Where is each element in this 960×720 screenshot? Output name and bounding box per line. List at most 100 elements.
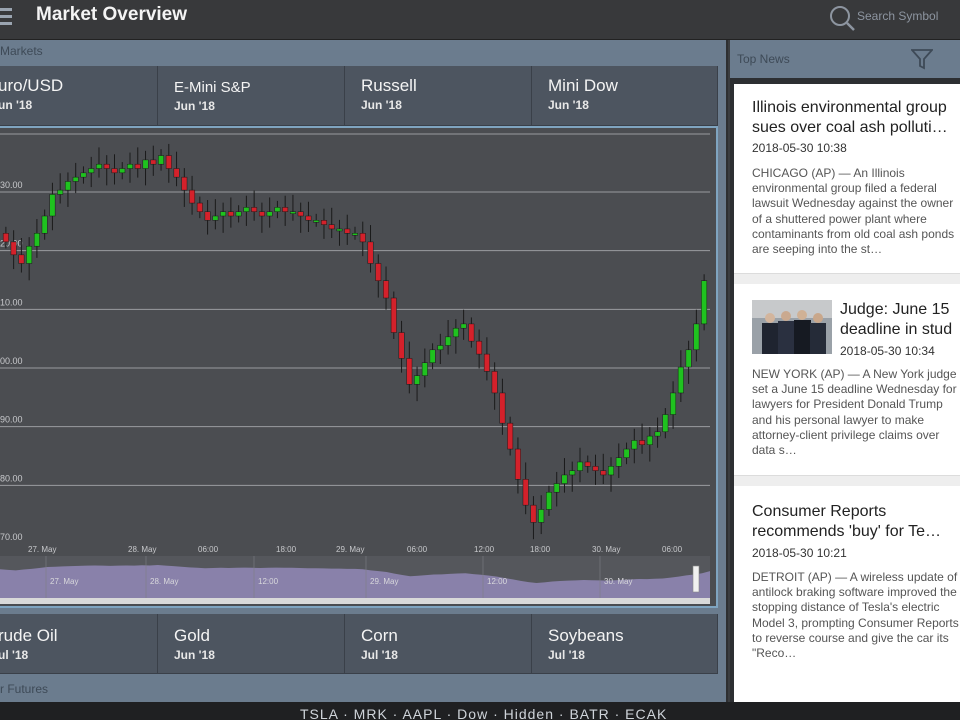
candle	[522, 479, 529, 506]
tile-contract: Jul '18	[361, 648, 398, 662]
candle	[305, 215, 312, 221]
x-tick-label: 30. May	[592, 545, 620, 554]
candle	[561, 474, 568, 484]
ticker-strip[interactable]: TSLA · MRK · AAPL · Dow · Hidden · BATR …	[300, 706, 667, 720]
y-tick-label: 10.00	[0, 297, 23, 307]
candle	[600, 470, 607, 476]
tile-name: Russell	[361, 76, 417, 95]
candle	[670, 392, 677, 415]
tile-name: Corn	[361, 626, 398, 645]
x-tick-label: 06:00	[198, 545, 219, 554]
candle	[483, 353, 490, 372]
candle	[654, 431, 661, 437]
news-title: Judge: June 15	[840, 301, 950, 318]
candle	[545, 491, 552, 510]
candle	[429, 349, 436, 363]
news-body: NEW YORK (AP) — A New York judge set a J…	[752, 367, 957, 458]
x-tick-label: 18:00	[276, 545, 297, 554]
navigator-scrollbar	[0, 598, 710, 604]
market-tile-crude-oil[interactable]: rude Oil ul '18	[0, 614, 158, 674]
candle	[577, 461, 583, 471]
candle	[189, 189, 196, 204]
candle	[507, 422, 514, 450]
candle	[258, 211, 265, 217]
candle	[367, 241, 374, 264]
candle	[158, 155, 165, 165]
search-box[interactable]: Search Symbol	[826, 2, 960, 31]
news-separator	[734, 476, 960, 486]
market-tile-soybeans[interactable]: Soybeans Jul '18	[532, 614, 718, 674]
candle	[328, 224, 335, 230]
tile-name: Gold	[174, 626, 210, 645]
candle	[375, 263, 382, 281]
candle	[662, 414, 669, 433]
candle	[18, 254, 25, 264]
candle	[701, 280, 708, 325]
market-tile-russell[interactable]: Russell Jun '18	[345, 66, 532, 126]
candle	[352, 233, 358, 236]
candle	[165, 155, 172, 169]
news-item[interactable]: Judge: June 15 deadline in stud 2018-05-…	[734, 284, 960, 476]
candlestick-chart[interactable]: 30.0020.0010.0000.0090.0080.0070.0027. M…	[0, 128, 716, 606]
market-tile-eurusd[interactable]: uro/USD un '18	[0, 66, 158, 126]
tile-contract: Jun '18	[174, 99, 215, 113]
candle	[41, 215, 48, 234]
candle	[421, 362, 428, 376]
candle	[468, 323, 475, 342]
search-icon	[830, 6, 855, 31]
market-tile-corn[interactable]: Corn Jul '18	[345, 614, 532, 674]
candle	[119, 168, 126, 174]
futures-section-label: r Futures	[0, 682, 49, 696]
filter-icon[interactable]	[911, 48, 933, 70]
market-tile-gold[interactable]: Gold Jun '18	[158, 614, 345, 674]
news-date: 2018-05-30 10:21	[752, 546, 847, 560]
market-tile-mini-dow[interactable]: Mini Dow Jun '18	[532, 66, 718, 126]
candle	[243, 207, 250, 212]
candle	[646, 435, 653, 445]
tile-contract: ul '18	[0, 648, 29, 662]
top-bar: Market Overview Search Symbol	[0, 0, 960, 40]
news-item[interactable]: Illinois environmental group sues over c…	[734, 84, 960, 274]
top-market-tiles: uro/USD un '18 E-Mini S&P Jun '18 Russel…	[0, 66, 718, 126]
candle	[491, 371, 498, 394]
candle	[359, 233, 366, 243]
search-input[interactable]: Search Symbol	[857, 9, 938, 23]
candle	[289, 211, 296, 214]
candle	[639, 440, 646, 445]
candle	[390, 297, 397, 333]
market-tile-emini-sp[interactable]: E-Mini S&P Jun '18	[158, 66, 345, 126]
candle	[445, 336, 452, 346]
candle	[173, 168, 180, 178]
candle	[150, 159, 157, 165]
navigator-label: 27. May	[50, 577, 78, 586]
menu-icon[interactable]	[0, 8, 12, 28]
candle	[251, 207, 258, 212]
tile-contract: Jun '18	[548, 98, 589, 112]
price-chart[interactable]: 30.0020.0010.0000.0090.0080.0070.0027. M…	[0, 126, 718, 608]
candle	[336, 228, 343, 232]
candle	[452, 327, 459, 338]
x-tick-label: 12:00	[474, 545, 495, 554]
x-tick-label: 06:00	[662, 545, 683, 554]
candle	[181, 176, 188, 191]
candle	[538, 509, 545, 523]
candle	[212, 215, 219, 221]
candle	[103, 163, 110, 169]
page-title: Market Overview	[36, 4, 188, 25]
news-item[interactable]: Consumer Reports recommends 'buy' for Te…	[734, 486, 960, 702]
candle	[26, 245, 33, 264]
navigator-label: 12:00	[258, 577, 279, 586]
y-tick-label: 90.00	[0, 415, 23, 425]
news-panel: Top News Illinois environmental group su…	[728, 40, 960, 702]
tile-name: uro/USD	[0, 76, 64, 95]
news-photo	[752, 300, 832, 354]
candle	[220, 211, 227, 217]
candle	[134, 163, 141, 169]
candle	[127, 163, 133, 169]
navigator-label: 12:00	[487, 577, 508, 586]
candle	[227, 211, 234, 217]
news-title: Consumer Reports	[752, 503, 887, 520]
candle	[313, 220, 320, 223]
news-body: CHICAGO (AP) — An Illinois environmental…	[752, 166, 955, 257]
candle	[398, 332, 405, 359]
